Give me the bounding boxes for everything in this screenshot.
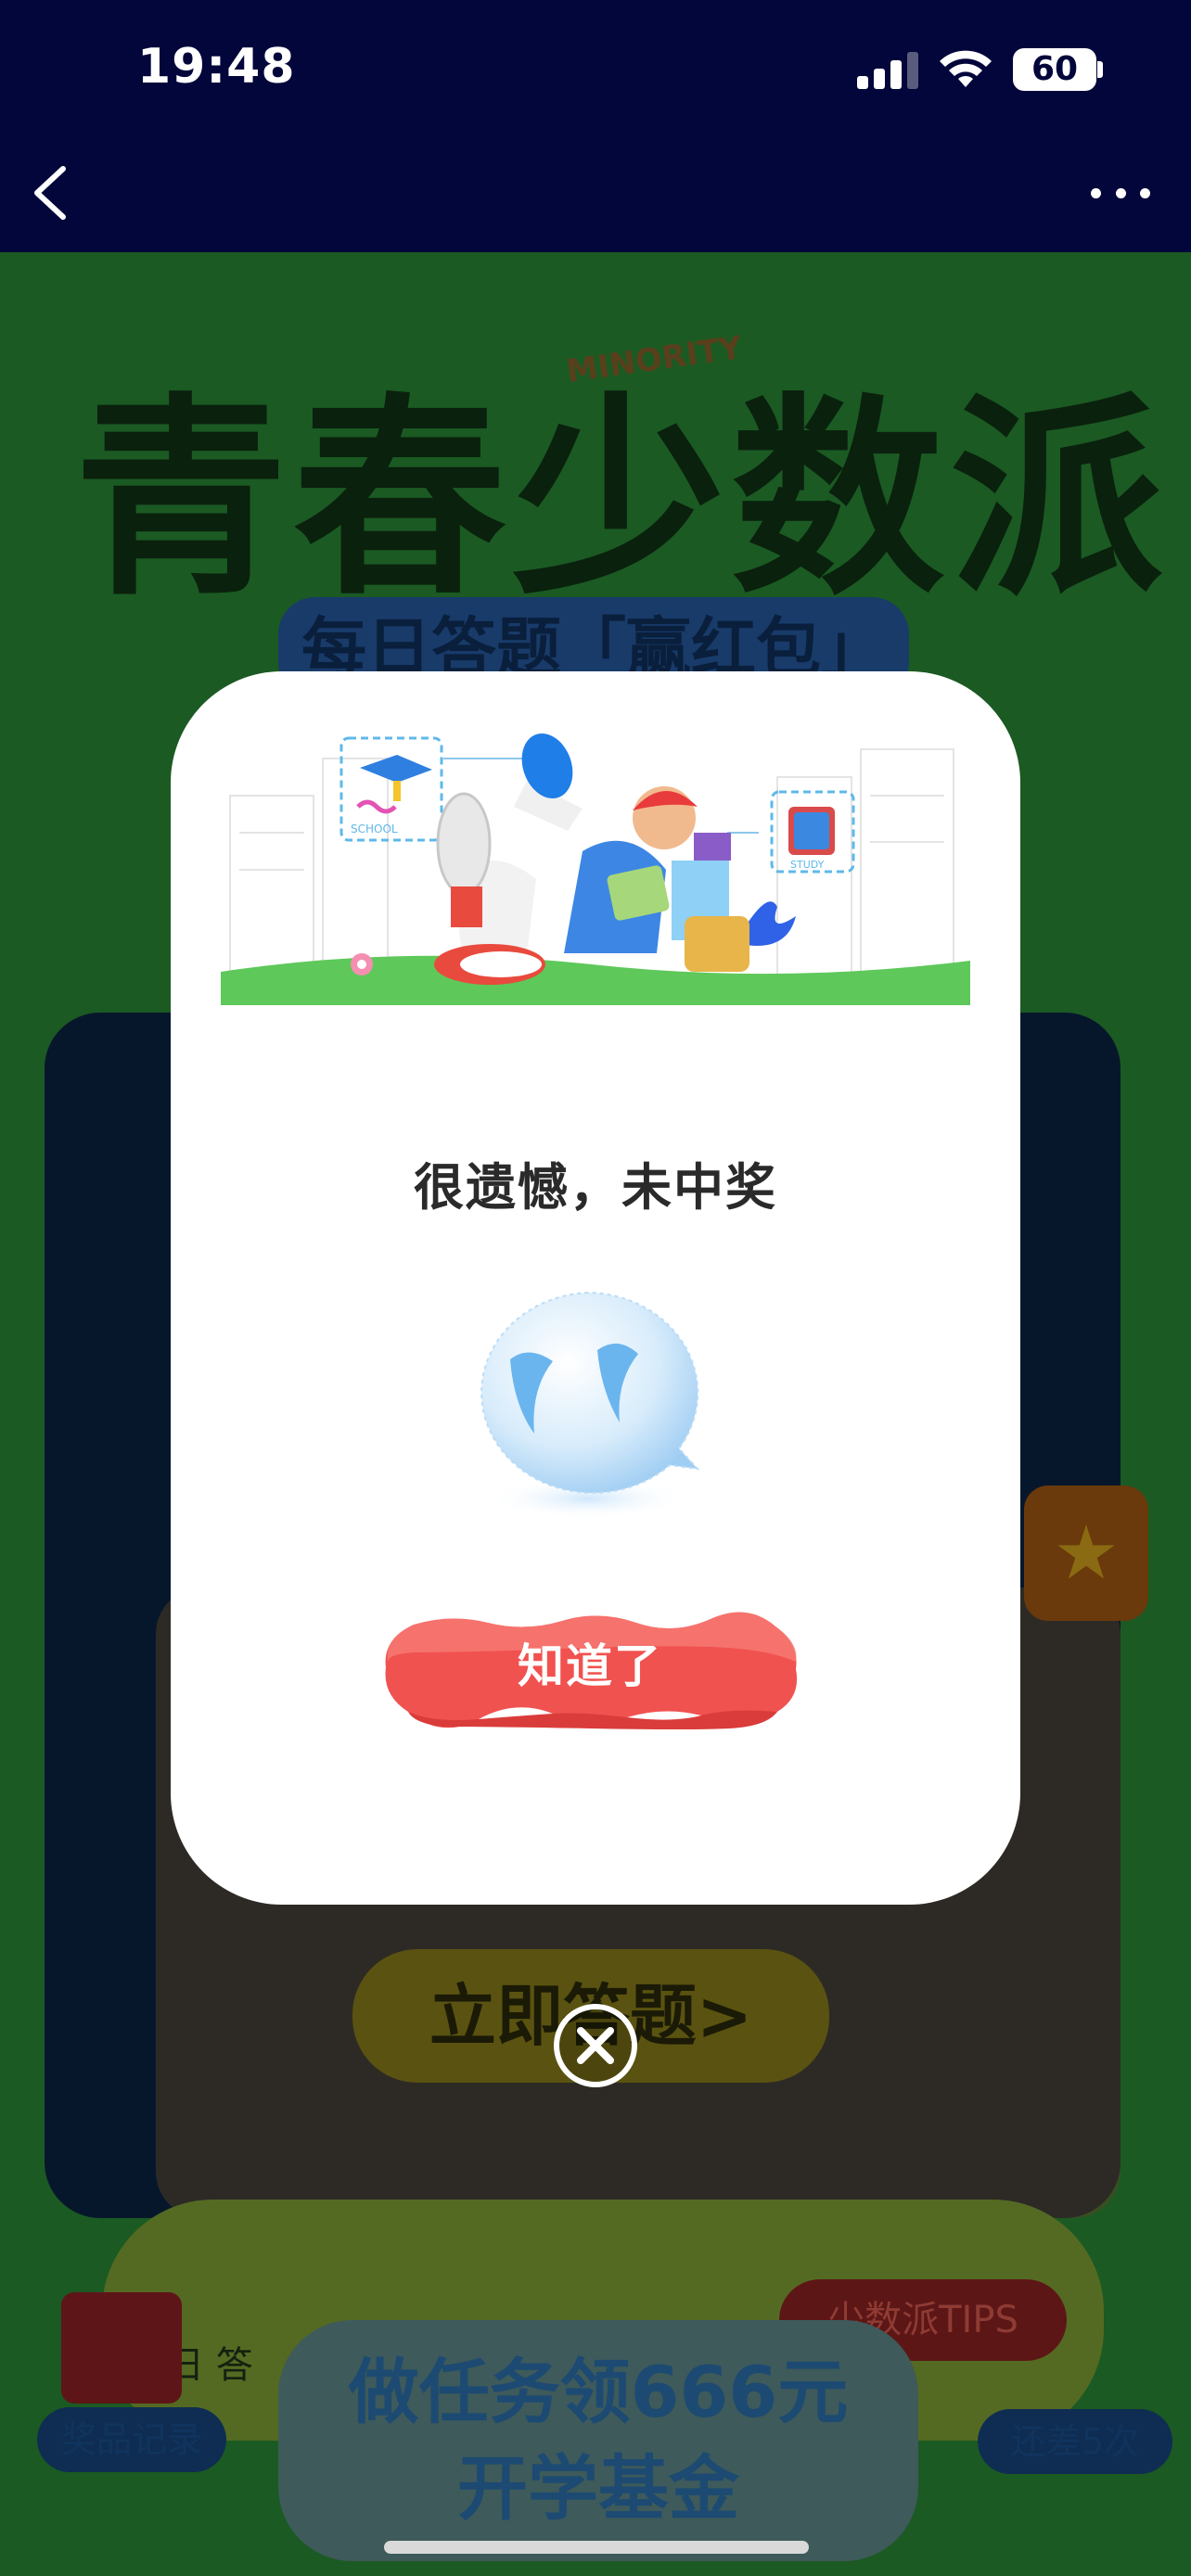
remaining-count-badge: 还差5次 — [978, 2409, 1172, 2474]
sad-face-bubble-icon — [480, 1291, 700, 1519]
status-time: 19:48 — [137, 39, 296, 95]
study-tag-text: STUDY — [790, 859, 825, 871]
battery-tip — [1097, 61, 1103, 78]
got-it-button[interactable]: 知道了 — [377, 1606, 803, 1734]
top-bar: 19:48 60 — [0, 0, 1191, 252]
back-arrow-icon[interactable] — [24, 159, 80, 226]
prize-record-button: 奖品记录 — [37, 2407, 226, 2472]
star-tab-icon: ★ — [1024, 1486, 1148, 1621]
school-tag-text: SCHOOL — [351, 823, 398, 835]
task-line-1: 做任务领666元 — [348, 2351, 849, 2433]
got-it-button-label[interactable]: 知道了 — [377, 1606, 803, 1727]
home-indicator[interactable] — [384, 2541, 809, 2554]
task-banner: 做任务领666元 开学基金 — [278, 2320, 918, 2561]
battery-icon: 60 — [1013, 48, 1096, 91]
gift-box-icon — [61, 2292, 182, 2404]
student-banner-illustration: SCHOOL STUDY — [221, 721, 970, 1005]
task-line-2: 开学基金 — [457, 2447, 739, 2530]
more-options-icon[interactable] — [1091, 178, 1150, 208]
result-title: 很遗憾，未中奖 — [414, 1158, 777, 1217]
close-icon[interactable] — [551, 2001, 640, 2090]
wifi-icon — [940, 50, 992, 87]
result-dialog: SCHOOL STUDY 很遗憾，未中奖 知道了 — [171, 671, 1020, 1905]
cellular-signal-icon — [857, 52, 918, 89]
